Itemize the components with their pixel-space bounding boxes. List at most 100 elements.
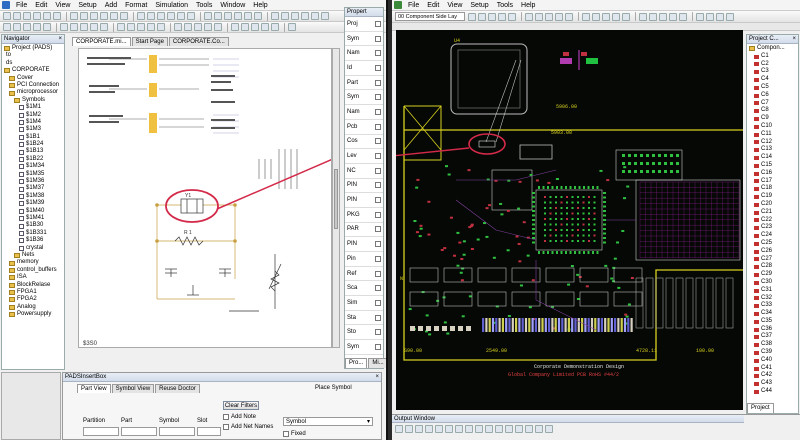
slot-filter[interactable] [197, 427, 221, 436]
component-item[interactable]: C27 [749, 256, 798, 264]
tree-item[interactable]: control_buffers [4, 267, 64, 274]
close-icon[interactable]: × [792, 36, 798, 42]
main-tool-button[interactable] [137, 12, 145, 20]
main-tool-button[interactable] [33, 12, 41, 20]
menu-edit[interactable]: Edit [31, 2, 51, 9]
menu-setup[interactable]: Setup [74, 2, 100, 9]
part-filter[interactable] [121, 427, 157, 436]
tree-item[interactable]: Analog [4, 304, 64, 311]
component-item[interactable]: C12 [749, 139, 798, 147]
document-tab[interactable]: Start Page [131, 37, 168, 46]
secondary-tool-button[interactable] [251, 23, 259, 31]
secondary-tool-button[interactable] [241, 23, 249, 31]
clear-filters-button[interactable]: Clear Filters [223, 401, 259, 410]
component-item[interactable]: C37 [749, 333, 798, 341]
main-tool-button[interactable] [23, 12, 31, 20]
secondary-tool-button[interactable] [90, 23, 98, 31]
tree-item[interactable]: $1M40 [4, 208, 64, 215]
main-tool-button[interactable] [147, 12, 155, 20]
fixed-checkbox[interactable] [283, 431, 289, 437]
main-tool-button[interactable] [321, 12, 329, 20]
component-item[interactable]: C8 [749, 107, 798, 115]
secondary-tool-button[interactable] [3, 23, 11, 31]
property-checkbox[interactable] [375, 94, 381, 101]
component-item[interactable]: C41 [749, 365, 798, 373]
pcb-menu-edit[interactable]: Edit [423, 2, 443, 9]
component-item[interactable]: C34 [749, 310, 798, 318]
tree-item[interactable]: microprocessor [4, 89, 64, 96]
component-item[interactable]: C11 [749, 131, 798, 139]
add-net-names-checkbox[interactable] [223, 424, 229, 430]
output-tool-button[interactable] [425, 425, 433, 433]
property-checkbox[interactable] [375, 167, 381, 174]
menu-format[interactable]: Format [121, 2, 151, 9]
tree-item[interactable]: $1M4 [4, 119, 64, 126]
property-row[interactable]: PKG [345, 208, 383, 223]
pcb-tool-button[interactable] [545, 12, 553, 21]
component-item[interactable]: C5 [749, 84, 798, 92]
main-tool-button[interactable] [53, 12, 61, 20]
property-checkbox[interactable] [375, 79, 381, 86]
main-tool-button[interactable] [167, 12, 175, 20]
secondary-tool-button[interactable] [80, 23, 88, 31]
component-item[interactable]: C17 [749, 178, 798, 186]
pcb-tool-button[interactable] [639, 12, 647, 21]
properties-tab[interactable]: Mi... [368, 358, 386, 368]
tree-item[interactable]: $1M41 [4, 215, 64, 222]
property-checkbox[interactable] [375, 329, 381, 336]
component-item[interactable]: C44 [749, 388, 798, 396]
document-tab[interactable]: CORPORATE.Co... [168, 37, 229, 46]
pcb-menu-setup[interactable]: Setup [466, 2, 492, 9]
property-row[interactable]: Pcb [345, 120, 383, 135]
pcb-tool-button[interactable] [726, 12, 734, 21]
secondary-tool-button[interactable] [214, 23, 222, 31]
main-tool-button[interactable] [80, 12, 88, 20]
pcb-tool-button[interactable] [622, 12, 630, 21]
tree-item[interactable]: Nets [4, 252, 64, 259]
component-item[interactable]: C39 [749, 349, 798, 357]
property-row[interactable]: PIN [345, 237, 383, 252]
property-checkbox[interactable] [375, 182, 381, 189]
close-icon[interactable]: × [58, 36, 64, 42]
property-checkbox[interactable] [375, 299, 381, 306]
property-checkbox[interactable] [375, 211, 381, 218]
component-item[interactable]: C24 [749, 232, 798, 240]
menu-tools[interactable]: Tools [192, 2, 216, 9]
output-tool-button[interactable] [475, 425, 483, 433]
menu-help[interactable]: Help [249, 2, 271, 9]
main-tool-button[interactable] [177, 12, 185, 20]
pcb-tool-button[interactable] [649, 12, 657, 21]
property-checkbox[interactable] [375, 197, 381, 204]
secondary-tool-button[interactable] [43, 23, 51, 31]
component-item[interactable]: C26 [749, 248, 798, 256]
property-row[interactable]: PIN [345, 193, 383, 208]
property-row[interactable]: Ref [345, 267, 383, 282]
property-row[interactable]: Lev [345, 149, 383, 164]
pcb-tool-button[interactable] [555, 12, 563, 21]
pcb-tool-button[interactable] [706, 12, 714, 21]
tree-item[interactable]: $1B36 [4, 237, 64, 244]
main-tool-button[interactable] [187, 12, 195, 20]
property-row[interactable]: Sto [345, 325, 383, 341]
property-row[interactable]: Nam [345, 105, 383, 120]
menu-file[interactable]: File [12, 2, 31, 9]
tree-item[interactable]: $1M2 [4, 112, 64, 119]
tree-project-root[interactable]: Project (PADS) [4, 45, 64, 52]
main-tool-button[interactable] [271, 12, 279, 20]
secondary-tool-button[interactable] [117, 23, 125, 31]
property-checkbox[interactable] [375, 123, 381, 130]
property-checkbox[interactable] [375, 343, 381, 350]
main-tool-button[interactable] [70, 12, 78, 20]
property-row[interactable]: Sim [345, 296, 383, 311]
property-row[interactable]: Sym [345, 340, 383, 355]
secondary-tool-button[interactable] [147, 23, 155, 31]
secondary-tool-button[interactable] [184, 23, 192, 31]
tree-item[interactable]: PCI Connection [4, 82, 64, 89]
main-tool-button[interactable] [281, 12, 289, 20]
component-item[interactable]: C23 [749, 224, 798, 232]
property-row[interactable]: NC [345, 164, 383, 179]
property-row[interactable]: Sta [345, 311, 383, 326]
pcb-tool-button[interactable] [498, 12, 506, 21]
output-tool-button[interactable] [485, 425, 493, 433]
component-item[interactable]: C36 [749, 326, 798, 334]
